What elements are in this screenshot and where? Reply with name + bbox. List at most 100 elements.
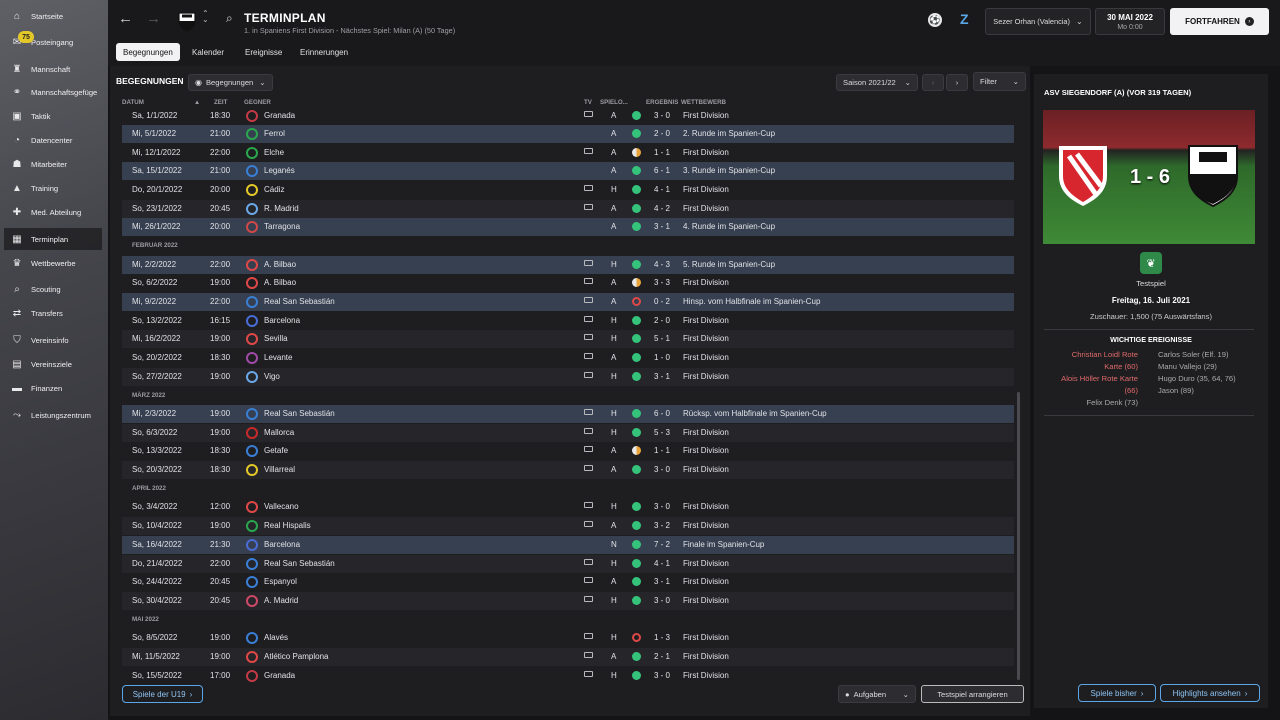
fixture-score[interactable]: 3 - 0 xyxy=(654,671,670,680)
previous-matches-button[interactable]: Spiele bisher › xyxy=(1078,684,1156,702)
tab-kalender[interactable]: Kalender xyxy=(185,43,231,61)
fixture-score[interactable]: 3 - 2 xyxy=(654,521,670,530)
back-arrow-icon[interactable]: ← xyxy=(118,10,133,27)
fixture-row[interactable]: Mi, 16/2/2022 19:00 Sevilla H 5 - 1 First Div… xyxy=(122,330,1014,348)
view-dropdown[interactable]: ◉ Begegnungen ⌄ xyxy=(188,74,273,91)
fixture-score[interactable]: 1 - 1 xyxy=(654,446,670,455)
sidebar-item-taktik[interactable]: ▣ Taktik xyxy=(4,105,102,127)
col-ergebnis[interactable]: ERGEBNIS xyxy=(646,99,678,106)
fixture-row[interactable]: So, 24/4/2022 20:45 Espanyol A 3 - 1 First Di… xyxy=(122,573,1014,591)
fixture-score[interactable]: 0 - 2 xyxy=(654,297,670,306)
fixture-row[interactable]: So, 23/1/2022 20:45 R. Madrid A 4 - 2 First D… xyxy=(122,200,1014,218)
opponent-name[interactable]: Getafe xyxy=(264,446,288,455)
sidebar-item-terminplan[interactable]: ▦ Terminplan xyxy=(4,228,102,250)
filter-dropdown[interactable]: Filter ⌄ xyxy=(973,72,1026,91)
opponent-name[interactable]: Villarreal xyxy=(264,465,295,474)
club-crest-icon[interactable] xyxy=(176,10,198,32)
fixture-row[interactable]: So, 6/2/2022 19:00 A. Bilbao A 3 - 3 First Di… xyxy=(122,274,1014,292)
tasks-dropdown[interactable]: ● Aufgaben ⌄ xyxy=(838,685,916,703)
fixture-score[interactable]: 4 - 3 xyxy=(654,260,670,269)
opponent-name[interactable]: Barcelona xyxy=(264,316,300,325)
fixture-row[interactable]: Sa, 1/1/2022 18:30 Granada A 3 - 0 First Divi… xyxy=(122,107,1014,125)
sidebar-item-datencenter[interactable]: ◔ Datencenter xyxy=(4,129,102,151)
fixture-score[interactable]: 4 - 1 xyxy=(654,559,670,568)
opponent-name[interactable]: A. Madrid xyxy=(264,596,298,605)
fixture-score[interactable]: 6 - 1 xyxy=(654,166,670,175)
manager-dropdown[interactable]: Sezer Orhan (Valencia) ⌄ xyxy=(985,8,1091,35)
fixture-score[interactable]: 2 - 0 xyxy=(654,316,670,325)
continue-button[interactable]: FORTFAHREN › xyxy=(1170,8,1269,35)
fixture-score[interactable]: 3 - 1 xyxy=(654,222,670,231)
fixture-row[interactable]: Mi, 11/5/2022 19:00 Atlético Pamplona A 2 - … xyxy=(122,648,1014,666)
fixture-score[interactable]: 2 - 1 xyxy=(654,652,670,661)
fm-z-icon[interactable]: Z xyxy=(960,11,969,27)
next-season-button[interactable]: › xyxy=(946,74,968,91)
opponent-name[interactable]: Granada xyxy=(264,671,295,680)
fixture-row[interactable]: So, 30/4/2022 20:45 A. Madrid H 3 - 0 First D… xyxy=(122,592,1014,610)
opponent-name[interactable]: Barcelona xyxy=(264,540,300,549)
sidebar-item-training[interactable]: ▲ Training xyxy=(4,177,102,199)
fixture-row[interactable]: Mi, 2/2/2022 22:00 A. Bilbao H 4 - 3 5. Runde… xyxy=(122,256,1014,274)
fixture-row[interactable]: So, 13/2/2022 16:15 Barcelona H 2 - 0 First D… xyxy=(122,312,1014,330)
opponent-name[interactable]: Cádiz xyxy=(264,185,284,194)
fixture-row[interactable]: Mi, 26/1/2022 20:00 Tarragona A 3 - 1 4. Rund… xyxy=(122,218,1014,236)
tab-begegnungen[interactable]: Begegnungen xyxy=(116,43,180,61)
fixture-row[interactable]: So, 8/5/2022 19:00 Alavés H 1 - 3 First Divis… xyxy=(122,629,1014,647)
fixture-score[interactable]: 5 - 1 xyxy=(654,334,670,343)
opponent-name[interactable]: Vigo xyxy=(264,372,280,381)
sidebar-item-transfers[interactable]: ⇄ Transfers xyxy=(4,302,102,324)
opponent-name[interactable]: Levante xyxy=(264,353,292,362)
fixture-score[interactable]: 6 - 0 xyxy=(654,409,670,418)
fixture-row[interactable]: So, 6/3/2022 19:00 Mallorca H 5 - 3 First Div… xyxy=(122,424,1014,442)
opponent-name[interactable]: Real San Sebastián xyxy=(264,559,335,568)
fixture-score[interactable]: 1 - 1 xyxy=(654,148,670,157)
fixture-row[interactable]: Sa, 16/4/2022 21:30 Barcelona N 7 - 2 Finale … xyxy=(122,536,1014,554)
col-wettbewerb[interactable]: WETTBEWERB xyxy=(681,99,726,106)
fixture-score[interactable]: 1 - 0 xyxy=(654,353,670,362)
opponent-name[interactable]: Tarragona xyxy=(264,222,300,231)
fixture-row[interactable]: Mi, 2/3/2022 19:00 Real San Sebastián H 6 - … xyxy=(122,405,1014,423)
fixture-score[interactable]: 4 - 1 xyxy=(654,185,670,194)
fixture-score[interactable]: 3 - 0 xyxy=(654,111,670,120)
opponent-name[interactable]: Alavés xyxy=(264,633,288,642)
col-gegner[interactable]: GEGNER xyxy=(244,99,271,106)
fixture-row[interactable]: Sa, 15/1/2022 21:00 Leganés A 6 - 1 3. Runde … xyxy=(122,162,1014,180)
football-icon[interactable]: ⚽ xyxy=(928,13,942,27)
fixture-row[interactable]: So, 20/3/2022 18:30 Villarreal A 3 - 0 First … xyxy=(122,461,1014,479)
game-date-box[interactable]: 30 MAI 2022 Mo 0:00 xyxy=(1095,8,1165,35)
fixture-row[interactable]: So, 13/3/2022 18:30 Getafe A 1 - 1 First Divi… xyxy=(122,442,1014,460)
sidebar-item-wettbewerbe[interactable]: ♛ Wettbewerbe xyxy=(4,252,102,274)
fixture-row[interactable]: Mi, 5/1/2022 21:00 Ferrol A 2 - 0 2. Runde im… xyxy=(122,125,1014,143)
opponent-name[interactable]: Real San Sebastián xyxy=(264,297,335,306)
season-dropdown[interactable]: Saison 2021/22 ⌄ xyxy=(836,74,918,91)
fixture-score[interactable]: 3 - 1 xyxy=(654,372,670,381)
fixture-score[interactable]: 3 - 0 xyxy=(654,502,670,511)
fixture-score[interactable]: 2 - 0 xyxy=(654,129,670,138)
prev-season-button[interactable]: ‹ xyxy=(922,74,944,91)
sidebar-item-posteingang[interactable]: ✉ 75 Posteingang xyxy=(4,31,102,53)
opponent-name[interactable]: Real San Sebastián xyxy=(264,409,335,418)
search-icon[interactable]: ⌕ xyxy=(226,11,233,26)
sidebar-item-mannschaftsgefüge[interactable]: ⚭ Mannschaftsgefüge xyxy=(4,81,102,103)
fixture-row[interactable]: So, 3/4/2022 12:00 Vallecano H 3 - 0 First Di… xyxy=(122,498,1014,516)
club-switch-icon[interactable]: ⌃ ⌄ xyxy=(202,10,209,24)
sidebar-item-mitarbeiter[interactable]: ☗ Mitarbeiter xyxy=(4,153,102,175)
fixture-score[interactable]: 5 - 3 xyxy=(654,428,670,437)
sidebar-item-mannschaft[interactable]: ♜ Mannschaft xyxy=(4,58,102,80)
fixture-score[interactable]: 3 - 0 xyxy=(654,465,670,474)
fixture-score[interactable]: 4 - 2 xyxy=(654,204,670,213)
col-spielort[interactable]: SPIELO... xyxy=(600,99,628,106)
sidebar-item-vereinsinfo[interactable]: ⛉ Vereinsinfo xyxy=(4,329,102,351)
watch-highlights-button[interactable]: Highlights ansehen › xyxy=(1160,684,1260,702)
fixture-score[interactable]: 3 - 3 xyxy=(654,278,670,287)
forward-arrow-icon[interactable]: → xyxy=(146,10,161,27)
opponent-name[interactable]: Ferrol xyxy=(264,129,285,138)
fixture-row[interactable]: Mi, 9/2/2022 22:00 Real San Sebastián A 0 - … xyxy=(122,293,1014,311)
opponent-name[interactable]: A. Bilbao xyxy=(264,278,296,287)
fixture-row[interactable]: So, 10/4/2022 19:00 Real Hispalis A 3 - 2 Fir… xyxy=(122,517,1014,535)
opponent-name[interactable]: Sevilla xyxy=(264,334,288,343)
arrange-friendly-button[interactable]: Testspiel arrangieren xyxy=(921,685,1024,703)
col-datum[interactable]: DATUM xyxy=(122,99,144,106)
sidebar-item-finanzen[interactable]: ▬ Finanzen xyxy=(4,377,102,399)
fixture-row[interactable]: So, 15/5/2022 17:00 Granada H 3 - 0 First Div… xyxy=(122,667,1014,685)
